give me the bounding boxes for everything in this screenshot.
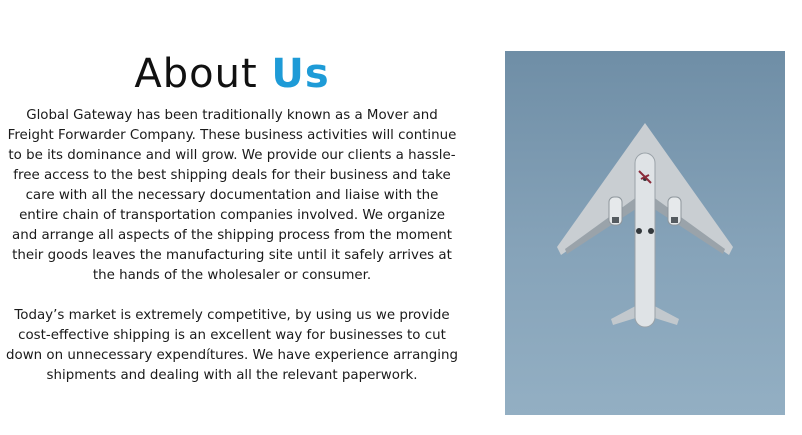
about-heading: About Us (6, 48, 458, 100)
airplane-photo (505, 51, 785, 415)
about-section: About Us Global Gateway has been traditi… (6, 48, 458, 386)
about-heading-main: About (134, 51, 272, 97)
airplane-icon (557, 123, 733, 328)
about-heading-accent: Us (271, 51, 330, 97)
about-paragraph-2: Today’s market is extremely competitive,… (6, 308, 458, 383)
about-paragraph-1: Global Gateway has been traditionally kn… (7, 108, 457, 283)
